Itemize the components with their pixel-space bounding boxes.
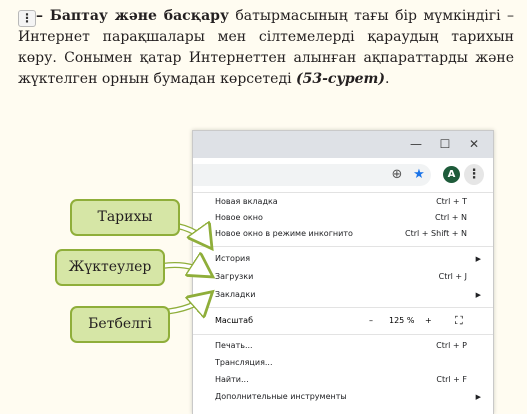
- callout-bookmarks: Бетбелгі: [70, 306, 170, 343]
- callout-downloads: Жүктеулер: [55, 249, 165, 286]
- callout-history: Тарихы: [70, 199, 180, 236]
